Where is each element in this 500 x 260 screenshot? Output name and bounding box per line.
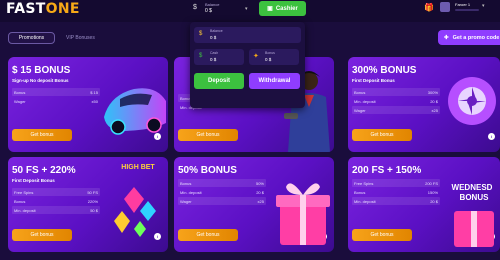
card-row: Bonus $ 15 (12, 88, 100, 96)
username[interactable]: Faroer 1 (455, 2, 470, 7)
cash-icon: $ (199, 53, 203, 59)
wallet-icon: ▣ (267, 6, 273, 12)
deposit-button[interactable]: Deposit (194, 73, 244, 89)
promo-card: 50 FS + 220% First Deposit Bonus Free Sp… (8, 157, 168, 252)
card-row: Bonus 50% (178, 179, 266, 187)
card-row: Wager x50 (14, 98, 98, 104)
card-title: 50% BONUS (178, 165, 237, 176)
balance-label: Balance (205, 2, 220, 7)
plus-icon: ✚ (444, 34, 449, 41)
balance-dropdown: $ Balance 0 $ $ Cash 0 $ ✦ Bonus 0 $ Dep… (190, 22, 305, 108)
card-row: Wager x25 (352, 106, 440, 114)
bonus-value: 0 $ (265, 57, 272, 62)
user-level-progress (455, 9, 479, 11)
wednesday-text: WEDNESD (452, 183, 493, 192)
card-row: Free Spins 50 FS (12, 188, 100, 196)
bonus-label: Bonus (265, 51, 275, 55)
promo-card: 300% BONUS First Deposit Bonus Bonus 300%… (348, 57, 500, 152)
dropdown-balance-label: Balance (210, 29, 223, 33)
get-bonus-button[interactable]: Get bonus (352, 129, 412, 141)
withdrawal-button[interactable]: Withdrawal (249, 73, 300, 89)
card-row: Free Spins 200 FS (352, 179, 440, 187)
cash-value: 0 $ (210, 57, 217, 62)
cashier-button[interactable]: ▣ Cashier (259, 1, 306, 16)
get-bonus-button[interactable]: Get bonus (178, 229, 238, 241)
card-title: 200 FS + 150% (352, 165, 422, 176)
promo-card: $ 15 BONUS Sign-up No deposit Bonus Bonu… (8, 57, 168, 152)
balance-value[interactable]: 0 $ (205, 8, 212, 14)
dollar-icon: $ (193, 4, 197, 11)
gems-image: HIGH BET (114, 164, 156, 237)
card-title: 300% BONUS (352, 65, 417, 76)
promo-card: 50% BONUS Bonus 50% Min. deposit 20 $ Wage… (174, 157, 334, 252)
get-bonus-button[interactable]: Get bonus (12, 229, 72, 241)
card-row: Bonus 220% (14, 198, 98, 204)
card-title: $ 15 BONUS (12, 65, 71, 76)
gift-box-image (276, 183, 330, 245)
get-bonus-button[interactable]: Get bonus (352, 229, 412, 241)
card-row: Bonus 300% (352, 88, 440, 96)
card-row: Min. deposit 20 $ (352, 197, 440, 205)
cash-label: Cash (210, 51, 219, 55)
dropdown-bonus-box: ✦ Bonus 0 $ (249, 49, 299, 65)
card-subtitle: First Deposit Bonus (12, 178, 55, 183)
turbo-image (448, 77, 496, 125)
avatar[interactable] (440, 2, 450, 12)
chevron-down-icon[interactable]: ▾ (245, 6, 248, 12)
gift-icon[interactable]: 🎁 (424, 3, 434, 12)
card-row: Min. deposit 20 $ (354, 98, 438, 104)
tab-promotions[interactable]: Promotions (8, 32, 55, 44)
dropdown-cash-box: $ Cash 0 $ (194, 49, 244, 65)
promo-card: 200 FS + 150% Free Spins 200 FS Bonus 150%… (348, 157, 500, 252)
bonus-icon: ✦ (253, 53, 259, 60)
get-promo-code-button[interactable]: ✚ Get a promo code (438, 30, 500, 45)
dropdown-balance-box: $ Balance 0 $ (194, 27, 301, 43)
high-bet-text: HIGH BET (121, 164, 155, 171)
card-row: Bonus 150% (354, 189, 438, 195)
card-row: Min. deposit 50 $ (12, 206, 100, 214)
get-bonus-button[interactable]: Get bonus (12, 129, 72, 141)
dropdown-balance-value: 0 $ (210, 35, 217, 40)
sports-car-image (104, 88, 166, 135)
card-row: Min. deposit 20 $ (180, 189, 264, 195)
bonus-text: BONUS (460, 193, 490, 202)
site-logo[interactable]: FASTONE (6, 1, 80, 17)
dollar-icon: $ (199, 31, 203, 37)
wednesday-bonus-image: WEDNESD BONUS (452, 183, 494, 247)
tab-vip-bonuses[interactable]: VIP Bonuses (66, 35, 95, 41)
get-bonus-button[interactable]: Get bonus (178, 129, 238, 141)
card-subtitle: First Deposit Bonus (352, 78, 395, 83)
info-icon[interactable]: i (488, 133, 495, 140)
top-header: FASTONE $ Balance 0 $ ▾ ▣ Cashier 🎁 Faro… (0, 0, 500, 22)
card-subtitle: Sign-up No deposit Bonus (12, 78, 69, 83)
card-row: Wager x25 (178, 197, 266, 205)
user-menu-chevron-icon[interactable]: ▾ (482, 3, 485, 9)
card-title: 50 FS + 220% (12, 165, 76, 176)
